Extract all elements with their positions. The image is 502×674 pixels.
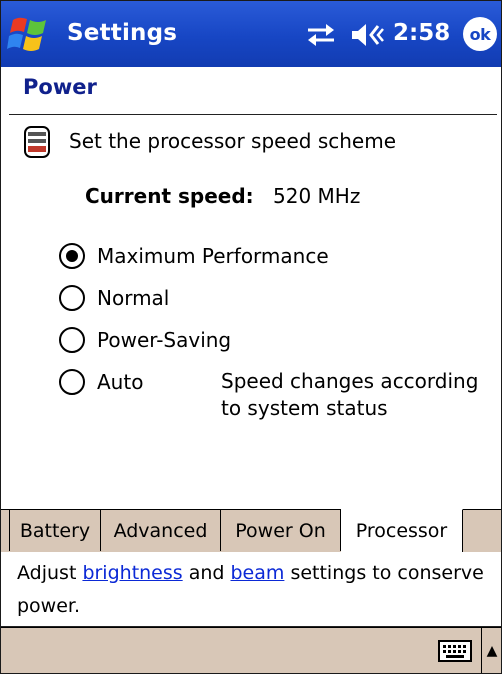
radio-label: Power-Saving	[97, 328, 232, 352]
sip-arrow-up-icon[interactable]: ▲	[481, 628, 501, 673]
beam-link[interactable]: beam	[231, 562, 285, 584]
radio-button-checked[interactable]	[59, 243, 85, 269]
connectivity-icon[interactable]	[306, 23, 336, 47]
processor-icon	[24, 126, 50, 158]
volume-icon[interactable]	[350, 21, 386, 49]
radio-power-saving[interactable]: Power-Saving	[59, 323, 231, 357]
tab-battery[interactable]: Battery	[9, 510, 101, 551]
page-title: Power	[23, 75, 97, 99]
auto-description: Speed changes according to system status	[221, 369, 479, 420]
keyboard-icon[interactable]	[438, 638, 472, 664]
tab-strip: Battery Advanced Power On Processor	[1, 509, 501, 552]
desc-middle: and	[182, 562, 231, 584]
current-speed-value: 520 MHz	[273, 184, 361, 208]
radio-maximum-performance[interactable]: Maximum Performance	[59, 239, 329, 273]
desc-prefix: Adjust	[17, 562, 83, 584]
scheme-description: Set the processor speed scheme	[69, 129, 397, 153]
radio-label: Auto	[97, 370, 144, 394]
ok-button[interactable]: ok	[463, 17, 497, 51]
windows-start-icon[interactable]	[7, 12, 53, 56]
tab-power-on[interactable]: Power On	[221, 510, 341, 551]
tab-processor[interactable]: Processor	[341, 509, 463, 552]
menu-bar: ▲	[1, 627, 501, 673]
current-speed-label: Current speed:	[85, 184, 254, 208]
radio-button[interactable]	[59, 285, 85, 311]
radio-auto[interactable]: Auto	[59, 365, 143, 399]
app-title: Settings	[67, 20, 178, 46]
clock-time[interactable]: 2:58	[393, 20, 450, 46]
title-bar: Settings 2:58 ok	[1, 1, 501, 67]
power-description: Adjust brightness and beam settings to c…	[17, 557, 487, 623]
radio-label: Maximum Performance	[97, 244, 329, 268]
header-divider	[9, 114, 497, 115]
settings-window: Settings 2:58 ok Power Set the processor…	[0, 0, 502, 674]
radio-button[interactable]	[59, 327, 85, 353]
radio-normal[interactable]: Normal	[59, 281, 169, 315]
tab-advanced[interactable]: Advanced	[101, 510, 221, 551]
radio-button[interactable]	[59, 369, 85, 395]
brightness-link[interactable]: brightness	[82, 562, 182, 584]
radio-label: Normal	[97, 286, 170, 310]
